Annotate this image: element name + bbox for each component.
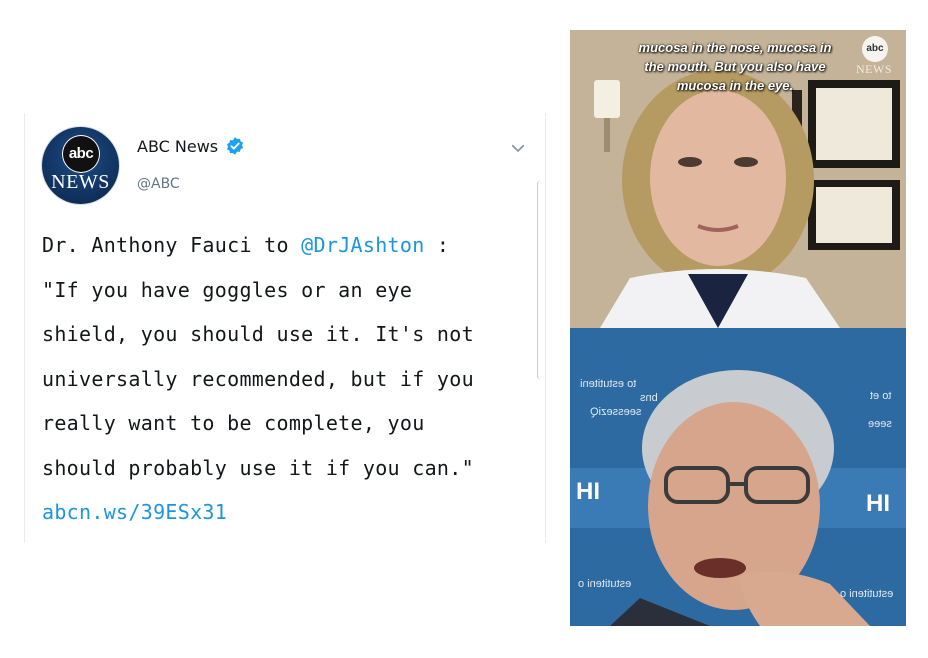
display-name[interactable]: ABC News — [137, 137, 218, 156]
user-handle[interactable]: @ABC — [137, 176, 180, 192]
backdrop-text: estutiteni o — [840, 588, 894, 600]
caption-line: the mouth. But you also have — [644, 59, 826, 74]
tweet-line: really want to be complete, you — [42, 411, 425, 435]
backdrop-text: seesseziQ — [590, 406, 642, 418]
abc-watermark-icon: abc — [862, 36, 888, 62]
chevron-down-icon[interactable] — [509, 139, 527, 157]
video-frame-top[interactable]: mucosa in the nose, mucosa in the mouth.… — [570, 30, 906, 328]
tweet-text-segment: : — [424, 233, 450, 257]
scroll-edge — [537, 180, 544, 380]
shortened-link[interactable]: abcn.ws/39ESx31 — [42, 490, 524, 535]
verified-badge-icon — [226, 137, 244, 155]
backdrop-text: seee — [868, 418, 892, 430]
tweet-line: "If you have goggles or an eye — [42, 277, 413, 302]
news-watermark: NEWS — [856, 62, 892, 76]
video-frame-bottom[interactable]: to estutiteni bns seesseziQ estutiteni o… — [570, 328, 906, 626]
tweet-card: abc NEWS ABC News @ABC Dr. Anthony Fauci… — [24, 113, 546, 543]
tweet-line: should probably use it if you can." — [42, 455, 474, 480]
abc-logo-disc: abc — [63, 136, 99, 172]
backdrop-text: estutiteni o — [578, 578, 632, 590]
hhs-logo-right: HI — [866, 490, 890, 517]
tweet-line: shield, you should use it. It's not — [42, 322, 474, 346]
caption-line: mucosa in the nose, mucosa in — [638, 40, 832, 55]
tweet-line: universally recommended, but if you — [42, 366, 474, 391]
tweet-text-segment: Dr. Anthony Fauci to — [42, 233, 302, 257]
backdrop-text: to et — [870, 390, 892, 402]
backdrop-text: bns — [640, 392, 658, 404]
avatar[interactable]: abc NEWS — [42, 127, 119, 204]
video-caption: mucosa in the nose, mucosa in the mouth.… — [610, 38, 860, 95]
tweet-line: Dr. Anthony Fauci to @DrJAshton : — [42, 223, 524, 268]
backdrop-text: to estutiteni — [580, 378, 637, 390]
mention-link[interactable]: @DrJAshton — [301, 233, 424, 257]
abc-news-wordmark: NEWS — [51, 171, 110, 193]
tweet-text: Dr. Anthony Fauci to @DrJAshton : "If yo… — [42, 223, 524, 535]
caption-line: mucosa in the eye. — [676, 78, 794, 93]
hhs-logo-left: HI — [576, 478, 600, 505]
